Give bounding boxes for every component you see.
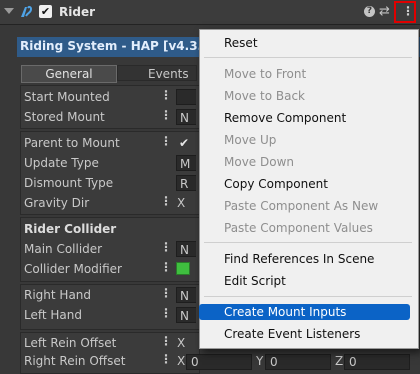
collider-modifier-toggle[interactable] — [176, 262, 190, 275]
help-icon[interactable]: ? — [364, 6, 375, 17]
component-title: Rider — [59, 5, 95, 19]
property-label: Parent to Mount — [24, 136, 120, 150]
menu-item-move-to-back: Move to Back — [224, 89, 305, 103]
axis-label-z: Z — [335, 354, 344, 368]
left-rein-x-label: X — [177, 336, 186, 350]
axis-label-x: X — [177, 354, 186, 368]
property-menu-icon[interactable]: ⋮ — [160, 260, 172, 274]
menu-item-paste-component-values: Paste Component Values — [224, 221, 373, 235]
menu-item-copy-component[interactable]: Copy Component — [224, 175, 328, 193]
property-label: Main Collider — [24, 242, 103, 256]
menu-item-reset[interactable]: Reset — [224, 34, 258, 52]
banner-title: Riding System - HAP [v4.3.1 — [20, 39, 211, 53]
property-label: Collider Modifier — [24, 262, 122, 276]
menu-separator — [204, 57, 412, 58]
left-hand-field[interactable]: N — [176, 307, 196, 323]
property-label: Dismount Type — [24, 176, 114, 190]
update-type-field[interactable]: M — [176, 155, 196, 171]
property-menu-icon[interactable]: ⋮ — [160, 88, 172, 102]
menu-item-create-event-listeners[interactable]: Create Event Listeners — [224, 325, 360, 343]
property-label: Right Hand — [24, 288, 92, 302]
gravity-dir-x-label: X — [177, 196, 186, 210]
parent-to-mount-checkbox[interactable]: ✔ — [176, 135, 196, 151]
property-menu-icon[interactable]: ⋮ — [160, 334, 172, 348]
tab-general[interactable]: General — [21, 65, 117, 83]
section-header-rider-collider: Rider Collider — [24, 222, 117, 236]
preset-icon[interactable]: ⇄ — [379, 4, 390, 19]
menu-item-move-up: Move Up — [224, 133, 277, 147]
property-menu-icon[interactable]: ⋮ — [160, 306, 172, 320]
dismount-type-field[interactable]: R — [176, 175, 196, 191]
foldout-arrow-icon[interactable] — [4, 8, 14, 14]
component-enabled-checkbox[interactable]: ✔ — [39, 5, 52, 18]
property-label: Stored Mount — [24, 110, 105, 124]
menu-item-create-mount-inputs[interactable]: Create Mount Inputs — [224, 303, 346, 321]
menu-separator — [204, 296, 412, 297]
right-hand-field[interactable]: N — [176, 287, 196, 303]
menu-item-remove-component[interactable]: Remove Component — [224, 109, 346, 127]
right-rein-x-field[interactable]: 0 — [186, 354, 252, 370]
property-menu-icon[interactable]: ⋮ — [160, 286, 172, 300]
property-label: Left Rein Offset — [24, 336, 117, 350]
property-menu-icon[interactable]: ⋮ — [160, 352, 172, 366]
menu-separator — [204, 242, 412, 243]
right-rein-z-field[interactable]: 0 — [344, 354, 410, 370]
property-menu-icon[interactable]: ⋮ — [160, 108, 172, 122]
stored-mount-field[interactable]: N — [176, 109, 196, 125]
main-collider-field[interactable]: N — [176, 241, 196, 257]
menu-item-move-down: Move Down — [224, 155, 294, 169]
right-rein-y-field[interactable]: 0 — [265, 354, 331, 370]
property-menu-icon[interactable]: ⋮ — [160, 194, 172, 208]
axis-label-y: Y — [256, 354, 264, 368]
property-label: Start Mounted — [24, 90, 110, 104]
property-label: Left Hand — [24, 308, 82, 322]
property-label: Right Rein Offset — [24, 354, 126, 368]
property-menu-icon[interactable]: ⋮ — [160, 240, 172, 254]
property-label: Gravity Dir — [24, 196, 90, 210]
property-menu-icon[interactable]: ⋮ — [160, 134, 172, 148]
menu-item-edit-script[interactable]: Edit Script — [224, 272, 286, 290]
menu-item-paste-component-as-new: Paste Component As New — [224, 199, 379, 213]
kebab-highlight-box — [394, 1, 416, 23]
tab-events[interactable]: Events — [117, 65, 197, 81]
menu-item-find-references[interactable]: Find References In Scene — [224, 250, 374, 268]
script-icon — [21, 5, 33, 17]
menu-item-move-to-front: Move to Front — [224, 67, 307, 81]
start-mounted-field[interactable] — [176, 89, 196, 105]
property-label: Update Type — [24, 156, 99, 170]
